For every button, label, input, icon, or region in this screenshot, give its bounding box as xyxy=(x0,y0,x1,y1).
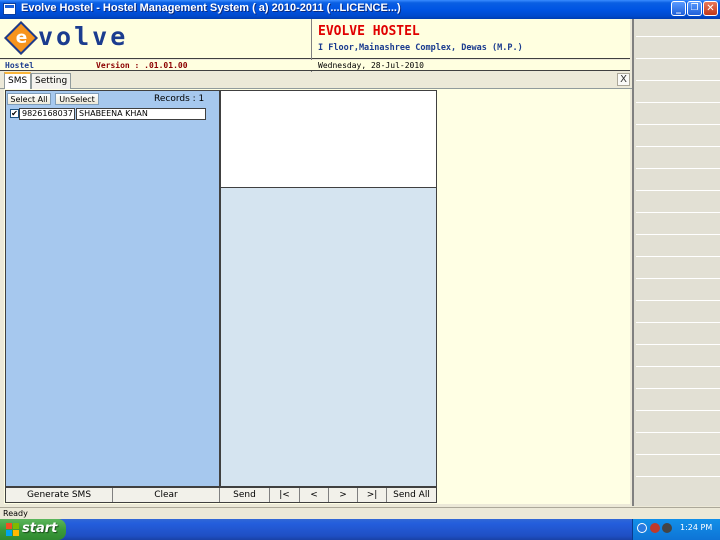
window-titlebar[interactable]: Evolve Hostel - Hostel Management System… xyxy=(0,0,720,19)
panel-divider xyxy=(636,212,720,213)
clock[interactable]: 1:24 PM xyxy=(680,523,712,532)
panel-divider xyxy=(636,476,720,477)
window-title: Evolve Hostel - Hostel Management System… xyxy=(21,2,401,14)
info-bar xyxy=(0,60,630,71)
maximize-button[interactable]: ❐ xyxy=(687,1,702,16)
panel-divider xyxy=(636,102,720,103)
panel-divider xyxy=(636,36,720,37)
panel-divider xyxy=(636,410,720,411)
unselect-button[interactable]: UnSelect xyxy=(55,93,99,105)
generate-sms-button[interactable]: Generate SMS xyxy=(6,488,113,502)
tab-sms[interactable]: SMS xyxy=(4,72,32,89)
recipient-name[interactable]: SHABEENA KHAN xyxy=(76,108,206,120)
select-all-button[interactable]: Select All xyxy=(7,93,51,105)
minimize-button[interactable]: _ xyxy=(671,1,686,16)
recipient-checkbox[interactable]: ✔ xyxy=(10,109,19,118)
first-record-button[interactable]: |< xyxy=(270,488,300,502)
windows-flag-icon xyxy=(6,523,19,536)
panel-divider xyxy=(636,344,720,345)
company-name: EVOLVE HOSTEL xyxy=(318,24,420,39)
company-address: I Floor,Mainashree Complex, Dewas (M.P.) xyxy=(318,43,523,53)
volume-icon[interactable] xyxy=(662,523,672,533)
records-count: Records : 1 xyxy=(154,94,205,104)
recipient-phone[interactable]: 9826168037 xyxy=(19,108,75,120)
recipient-panel xyxy=(5,90,220,487)
tab-setting[interactable]: Setting xyxy=(31,73,72,89)
panel-divider xyxy=(636,146,720,147)
status-bar: Ready xyxy=(0,507,720,519)
panel-divider xyxy=(636,454,720,455)
panel-divider xyxy=(636,124,720,125)
send-button[interactable]: Send xyxy=(220,488,270,502)
panel-divider xyxy=(636,58,720,59)
logo-initial: e xyxy=(15,28,28,48)
app-icon xyxy=(3,3,16,15)
logo-text: volve xyxy=(38,22,129,51)
date-label: Wednesday, 28-Jul-2010 xyxy=(318,61,424,70)
start-button[interactable]: start xyxy=(0,519,66,540)
panel-divider xyxy=(636,234,720,235)
panel-divider xyxy=(636,278,720,279)
panel-divider xyxy=(636,388,720,389)
module-label: Hostel xyxy=(5,61,34,70)
panel-divider xyxy=(636,322,720,323)
version-label: Version : .01.01.00 xyxy=(96,61,188,70)
security-icon[interactable] xyxy=(650,523,660,533)
close-button[interactable]: ✕ xyxy=(703,1,718,16)
panel-divider xyxy=(636,366,720,367)
panel-divider xyxy=(636,432,720,433)
panel-divider xyxy=(636,256,720,257)
panel-divider xyxy=(636,80,720,81)
panel-divider xyxy=(636,190,720,191)
message-list[interactable] xyxy=(220,188,437,487)
tab-strip xyxy=(0,72,632,89)
message-textarea[interactable] xyxy=(220,90,437,188)
network-icon[interactable] xyxy=(637,523,647,533)
next-record-button[interactable]: > xyxy=(329,488,358,502)
previous-record-button[interactable]: < xyxy=(300,488,329,502)
panel-divider xyxy=(636,300,720,301)
right-side-panel xyxy=(632,19,720,506)
taskbar xyxy=(0,519,720,540)
close-tab-icon[interactable]: X xyxy=(617,73,630,86)
last-record-button[interactable]: >| xyxy=(358,488,387,502)
start-label: start xyxy=(22,521,58,536)
clear-button[interactable]: Clear xyxy=(113,488,220,502)
panel-divider xyxy=(636,168,720,169)
send-all-button[interactable]: Send All xyxy=(387,488,436,502)
